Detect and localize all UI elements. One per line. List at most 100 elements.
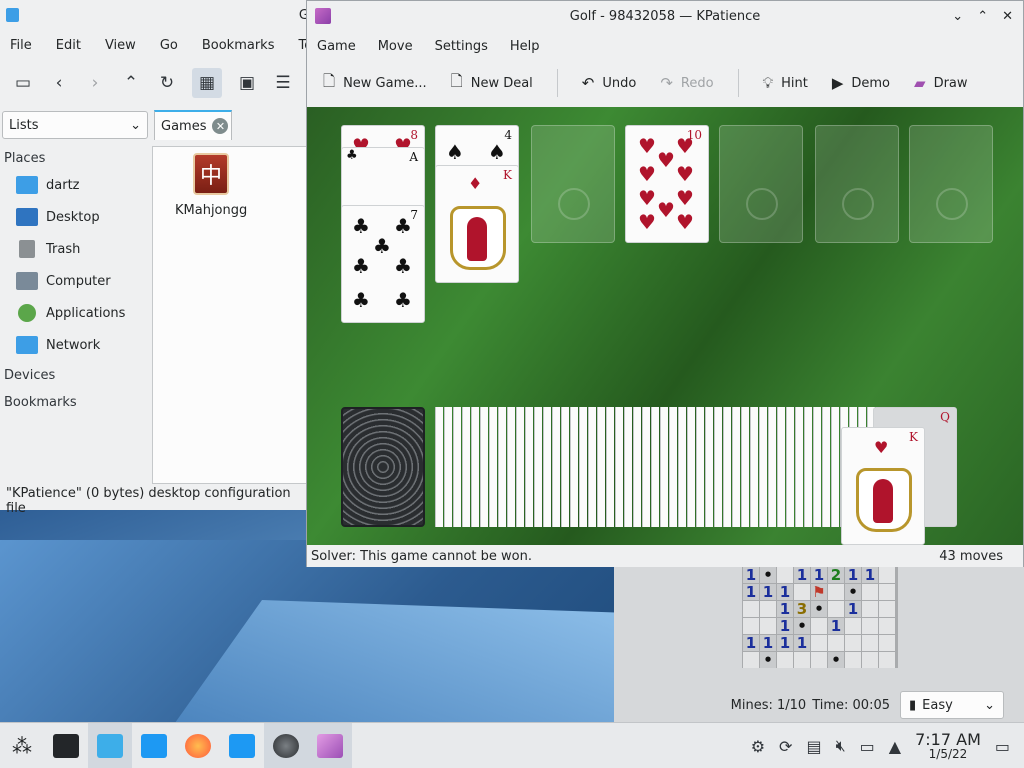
- mine-cell[interactable]: 1: [794, 634, 810, 652]
- mine-cell[interactable]: [811, 652, 827, 668]
- mine-cell[interactable]: •: [845, 583, 861, 601]
- mine-cell[interactable]: [879, 584, 895, 600]
- mine-cell[interactable]: [862, 652, 878, 668]
- mine-cell[interactable]: [879, 567, 895, 583]
- mine-cell[interactable]: •: [811, 600, 827, 618]
- mine-cell[interactable]: [743, 618, 759, 634]
- menu-edit[interactable]: Edit: [56, 38, 81, 53]
- mine-cell[interactable]: [777, 567, 793, 583]
- up-icon[interactable]: ⌃: [120, 72, 142, 94]
- hint-button[interactable]: 💡︎ Hint: [763, 74, 808, 92]
- card-7-clubs[interactable]: 7 ♣ ♣ ♣ ♣ ♣ ♣ ♣: [341, 205, 425, 323]
- task-dolphin-1[interactable]: [132, 723, 176, 768]
- mine-cell[interactable]: [828, 635, 844, 651]
- mine-cell[interactable]: 1: [777, 583, 793, 601]
- mine-cell[interactable]: [845, 652, 861, 668]
- mine-cell[interactable]: [828, 584, 844, 600]
- mine-cell[interactable]: •: [828, 651, 844, 669]
- draw-button[interactable]: ▰ Draw: [914, 74, 968, 92]
- mine-cell[interactable]: [862, 618, 878, 634]
- mine-cell[interactable]: 1: [794, 566, 810, 584]
- file-label[interactable]: KMahjongg: [175, 203, 247, 218]
- close-icon[interactable]: ✕: [212, 118, 229, 134]
- mine-field[interactable]: 1 • 1 1 2 1 1 1 1 1 ⚑ • 1 3 • 1 1 • 1 1 1 1 1 • •: [742, 566, 898, 669]
- redo-button[interactable]: ↷ Redo: [660, 74, 713, 92]
- mine-cell[interactable]: 1: [743, 583, 759, 601]
- task-system-settings[interactable]: [44, 723, 88, 768]
- mine-cell[interactable]: 1: [777, 617, 793, 635]
- mine-cell[interactable]: [794, 584, 810, 600]
- mine-cell[interactable]: [845, 618, 861, 634]
- difficulty-select[interactable]: ▮ Easy ⌄: [900, 691, 1004, 719]
- empty-pile-slot[interactable]: [531, 125, 615, 243]
- menu-help[interactable]: Help: [510, 39, 540, 54]
- mine-cell[interactable]: [862, 635, 878, 651]
- sidebar-item-applications[interactable]: Applications: [0, 297, 150, 329]
- tray-expand-icon[interactable]: ▲: [889, 737, 901, 756]
- close-icon[interactable]: ✕: [1002, 9, 1013, 24]
- stock-pile[interactable]: [341, 407, 425, 527]
- mine-cell[interactable]: [760, 601, 776, 617]
- clipboard-icon[interactable]: ▤: [806, 737, 821, 756]
- empty-pile-slot[interactable]: [815, 125, 899, 243]
- menu-settings[interactable]: Settings: [435, 39, 488, 54]
- menu-go[interactable]: Go: [160, 38, 178, 53]
- task-dolphin-2[interactable]: [220, 723, 264, 768]
- sidebar-item-desktop[interactable]: Desktop: [0, 201, 150, 233]
- card-king-hearts[interactable]: K ♥: [841, 427, 925, 545]
- sidebar-item-dartz[interactable]: dartz: [0, 169, 150, 201]
- mine-cell[interactable]: [743, 652, 759, 668]
- mine-cell[interactable]: [879, 601, 895, 617]
- mine-cell[interactable]: [879, 635, 895, 651]
- kmahjongg-icon[interactable]: 中: [193, 153, 229, 195]
- mine-cell[interactable]: 1: [845, 600, 861, 618]
- mine-cell[interactable]: ⚑: [811, 583, 827, 601]
- menu-file[interactable]: File: [10, 38, 32, 53]
- mine-cell[interactable]: 1: [777, 634, 793, 652]
- sidebar-item-computer[interactable]: Computer: [0, 265, 150, 297]
- mine-cell[interactable]: 1: [743, 566, 759, 584]
- demo-button[interactable]: ▶ Demo: [832, 74, 890, 92]
- mine-cell[interactable]: 1: [828, 617, 844, 635]
- card-king-diamonds[interactable]: K ♦: [435, 165, 519, 283]
- new-window-icon[interactable]: ▭: [12, 72, 34, 94]
- mine-cell[interactable]: [879, 618, 895, 634]
- mine-cell[interactable]: 1: [743, 634, 759, 652]
- connect-icon[interactable]: ⚙: [751, 737, 765, 756]
- mine-cell[interactable]: 1: [811, 566, 827, 584]
- menu-move[interactable]: Move: [378, 39, 413, 54]
- sidebar-item-network[interactable]: Network: [0, 329, 150, 361]
- mine-cell[interactable]: [743, 601, 759, 617]
- mine-cell[interactable]: [777, 652, 793, 668]
- mine-cell[interactable]: •: [760, 566, 776, 584]
- mine-cell[interactable]: [862, 601, 878, 617]
- mine-cell[interactable]: •: [794, 617, 810, 635]
- task-kmines[interactable]: [264, 722, 308, 768]
- mine-cell[interactable]: [879, 652, 895, 668]
- new-game-button[interactable]: 🗋 New Game...: [323, 71, 427, 96]
- mine-cell[interactable]: 1: [777, 600, 793, 618]
- task-kpatience[interactable]: [308, 722, 352, 768]
- minimize-icon[interactable]: ⌄: [952, 9, 963, 24]
- menu-view[interactable]: View: [105, 38, 136, 53]
- mine-cell[interactable]: 2: [828, 566, 844, 584]
- digital-clock[interactable]: 7:17 AM 1/5/22: [915, 731, 981, 762]
- mine-cell[interactable]: 1: [760, 583, 776, 601]
- mine-cell[interactable]: [811, 618, 827, 634]
- mine-cell[interactable]: [845, 635, 861, 651]
- new-deal-button[interactable]: 🗋 New Deal: [451, 71, 533, 96]
- back-icon[interactable]: ‹: [48, 72, 70, 94]
- mine-cell[interactable]: •: [760, 651, 776, 669]
- card-10-hearts[interactable]: 10 ♥ ♥ ♥ ♥ ♥ ♥ ♥ ♥ ♥ ♥: [625, 125, 709, 243]
- app-launcher[interactable]: ⁂: [0, 723, 44, 768]
- forward-icon[interactable]: ›: [84, 72, 106, 94]
- tab-games[interactable]: Games ✕: [154, 110, 232, 140]
- mine-cell[interactable]: 1: [862, 566, 878, 584]
- reload-icon[interactable]: ↻: [156, 72, 178, 94]
- mine-cell[interactable]: 1: [845, 566, 861, 584]
- task-discover[interactable]: [88, 722, 132, 768]
- preview-icon[interactable]: ▣: [236, 72, 258, 94]
- show-desktop-icon[interactable]: ▭: [995, 737, 1010, 756]
- mine-cell[interactable]: 3: [794, 600, 810, 618]
- icons-view-icon[interactable]: ▦: [192, 68, 222, 98]
